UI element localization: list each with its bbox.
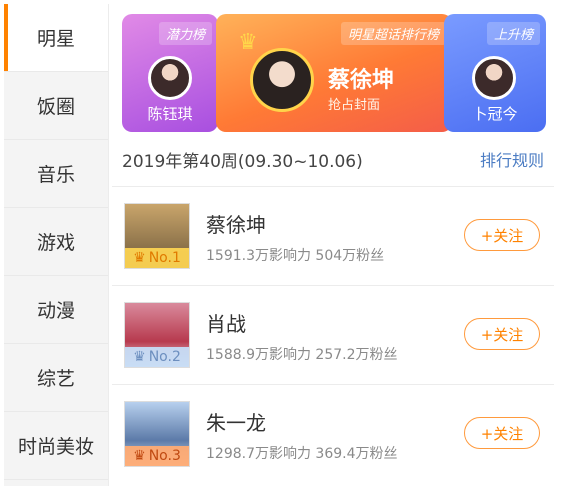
- sidebar-item-anime[interactable]: 动漫: [4, 276, 108, 344]
- rising-list-ribbon: 上升榜: [486, 22, 540, 45]
- star-topic-ranking-card[interactable]: 明星超话排行榜 ♛ 蔡徐坤 抢占封面: [216, 14, 452, 132]
- rising-list-card[interactable]: 上升榜 卜冠今: [444, 14, 546, 132]
- list-item[interactable]: ♛ No.2 肖战 1588.9万影响力 257.2万粉丝 +关注: [112, 286, 554, 384]
- sidebar-item-variety[interactable]: 综艺: [4, 344, 108, 412]
- week-label: 2019年第40周(09.30~10.06): [122, 151, 363, 172]
- star-name: 蔡徐坤: [206, 213, 266, 237]
- rank-label: No.3: [148, 448, 181, 464]
- star-topic-ranking-ribbon: 明星超话排行榜: [340, 22, 446, 45]
- star-stats: 1591.3万影响力 504万粉丝: [206, 248, 385, 264]
- sidebar-item-games[interactable]: 游戏: [4, 208, 108, 276]
- sidebar-item-label: 游戏: [36, 232, 75, 254]
- rank-badge: ♛ No.1: [125, 248, 189, 268]
- sidebar-item-label: 时尚美妆: [17, 436, 94, 458]
- week-header: 2019年第40周(09.30~10.06) 排行规则: [122, 144, 544, 174]
- crown-icon: ♛: [133, 349, 146, 365]
- sidebar-item-stars[interactable]: 明星: [4, 4, 108, 72]
- crown-icon: ♛: [238, 30, 258, 55]
- star-stats: 1298.7万影响力 369.4万粉丝: [206, 446, 398, 462]
- avatar: [472, 56, 516, 100]
- potential-list-ribbon: 潜力榜: [158, 22, 212, 45]
- follow-button[interactable]: +关注: [464, 219, 540, 251]
- follow-button[interactable]: +关注: [464, 417, 540, 449]
- potential-list-card[interactable]: 潜力榜 陈钰琪: [122, 14, 218, 132]
- potential-list-star-name: 陈钰琪: [147, 105, 193, 123]
- follow-button[interactable]: +关注: [464, 318, 540, 350]
- sidebar-item-music[interactable]: 音乐: [4, 140, 108, 208]
- crown-icon: ♛: [133, 448, 146, 464]
- ranking-rules-link[interactable]: 排行规则: [480, 147, 544, 171]
- list-item[interactable]: ♛ No.1 蔡徐坤 1591.3万影响力 504万粉丝 +关注: [112, 187, 554, 285]
- star-photo: ♛ No.2: [124, 302, 190, 368]
- category-sidebar: 明星 饭圈 音乐 游戏 动漫 综艺 时尚美妆: [4, 4, 109, 486]
- avatar: [148, 56, 192, 100]
- cover-subtitle: 抢占封面: [328, 98, 381, 113]
- sidebar-item-fandom[interactable]: 饭圈: [4, 72, 108, 140]
- cover-star-name: 蔡徐坤: [328, 68, 395, 93]
- star-photo: ♛ No.1: [124, 203, 190, 269]
- list-item[interactable]: ♛ No.3 朱一龙 1298.7万影响力 369.4万粉丝 +关注: [112, 385, 554, 483]
- rank-badge: ♛ No.2: [125, 347, 189, 367]
- star-stats: 1588.9万影响力 257.2万粉丝: [206, 347, 398, 363]
- avatar: [250, 48, 314, 112]
- sidebar-item-label: 音乐: [36, 164, 75, 186]
- sidebar-item-fashion-beauty[interactable]: 时尚美妆: [4, 412, 108, 480]
- rank-label: No.2: [148, 349, 181, 365]
- rank-label: No.1: [148, 250, 181, 266]
- sidebar-item-label: 明星: [36, 28, 75, 50]
- star-photo: ♛ No.3: [124, 401, 190, 467]
- sidebar-item-label: 动漫: [36, 300, 75, 322]
- rank-badge: ♛ No.3: [125, 446, 189, 466]
- rising-list-star-name: 卜冠今: [472, 105, 518, 123]
- sidebar-item-label: 综艺: [36, 368, 75, 390]
- crown-icon: ♛: [133, 250, 146, 266]
- sidebar-item-label: 饭圈: [36, 96, 75, 118]
- star-name: 朱一龙: [206, 411, 266, 435]
- star-name: 肖战: [206, 312, 246, 336]
